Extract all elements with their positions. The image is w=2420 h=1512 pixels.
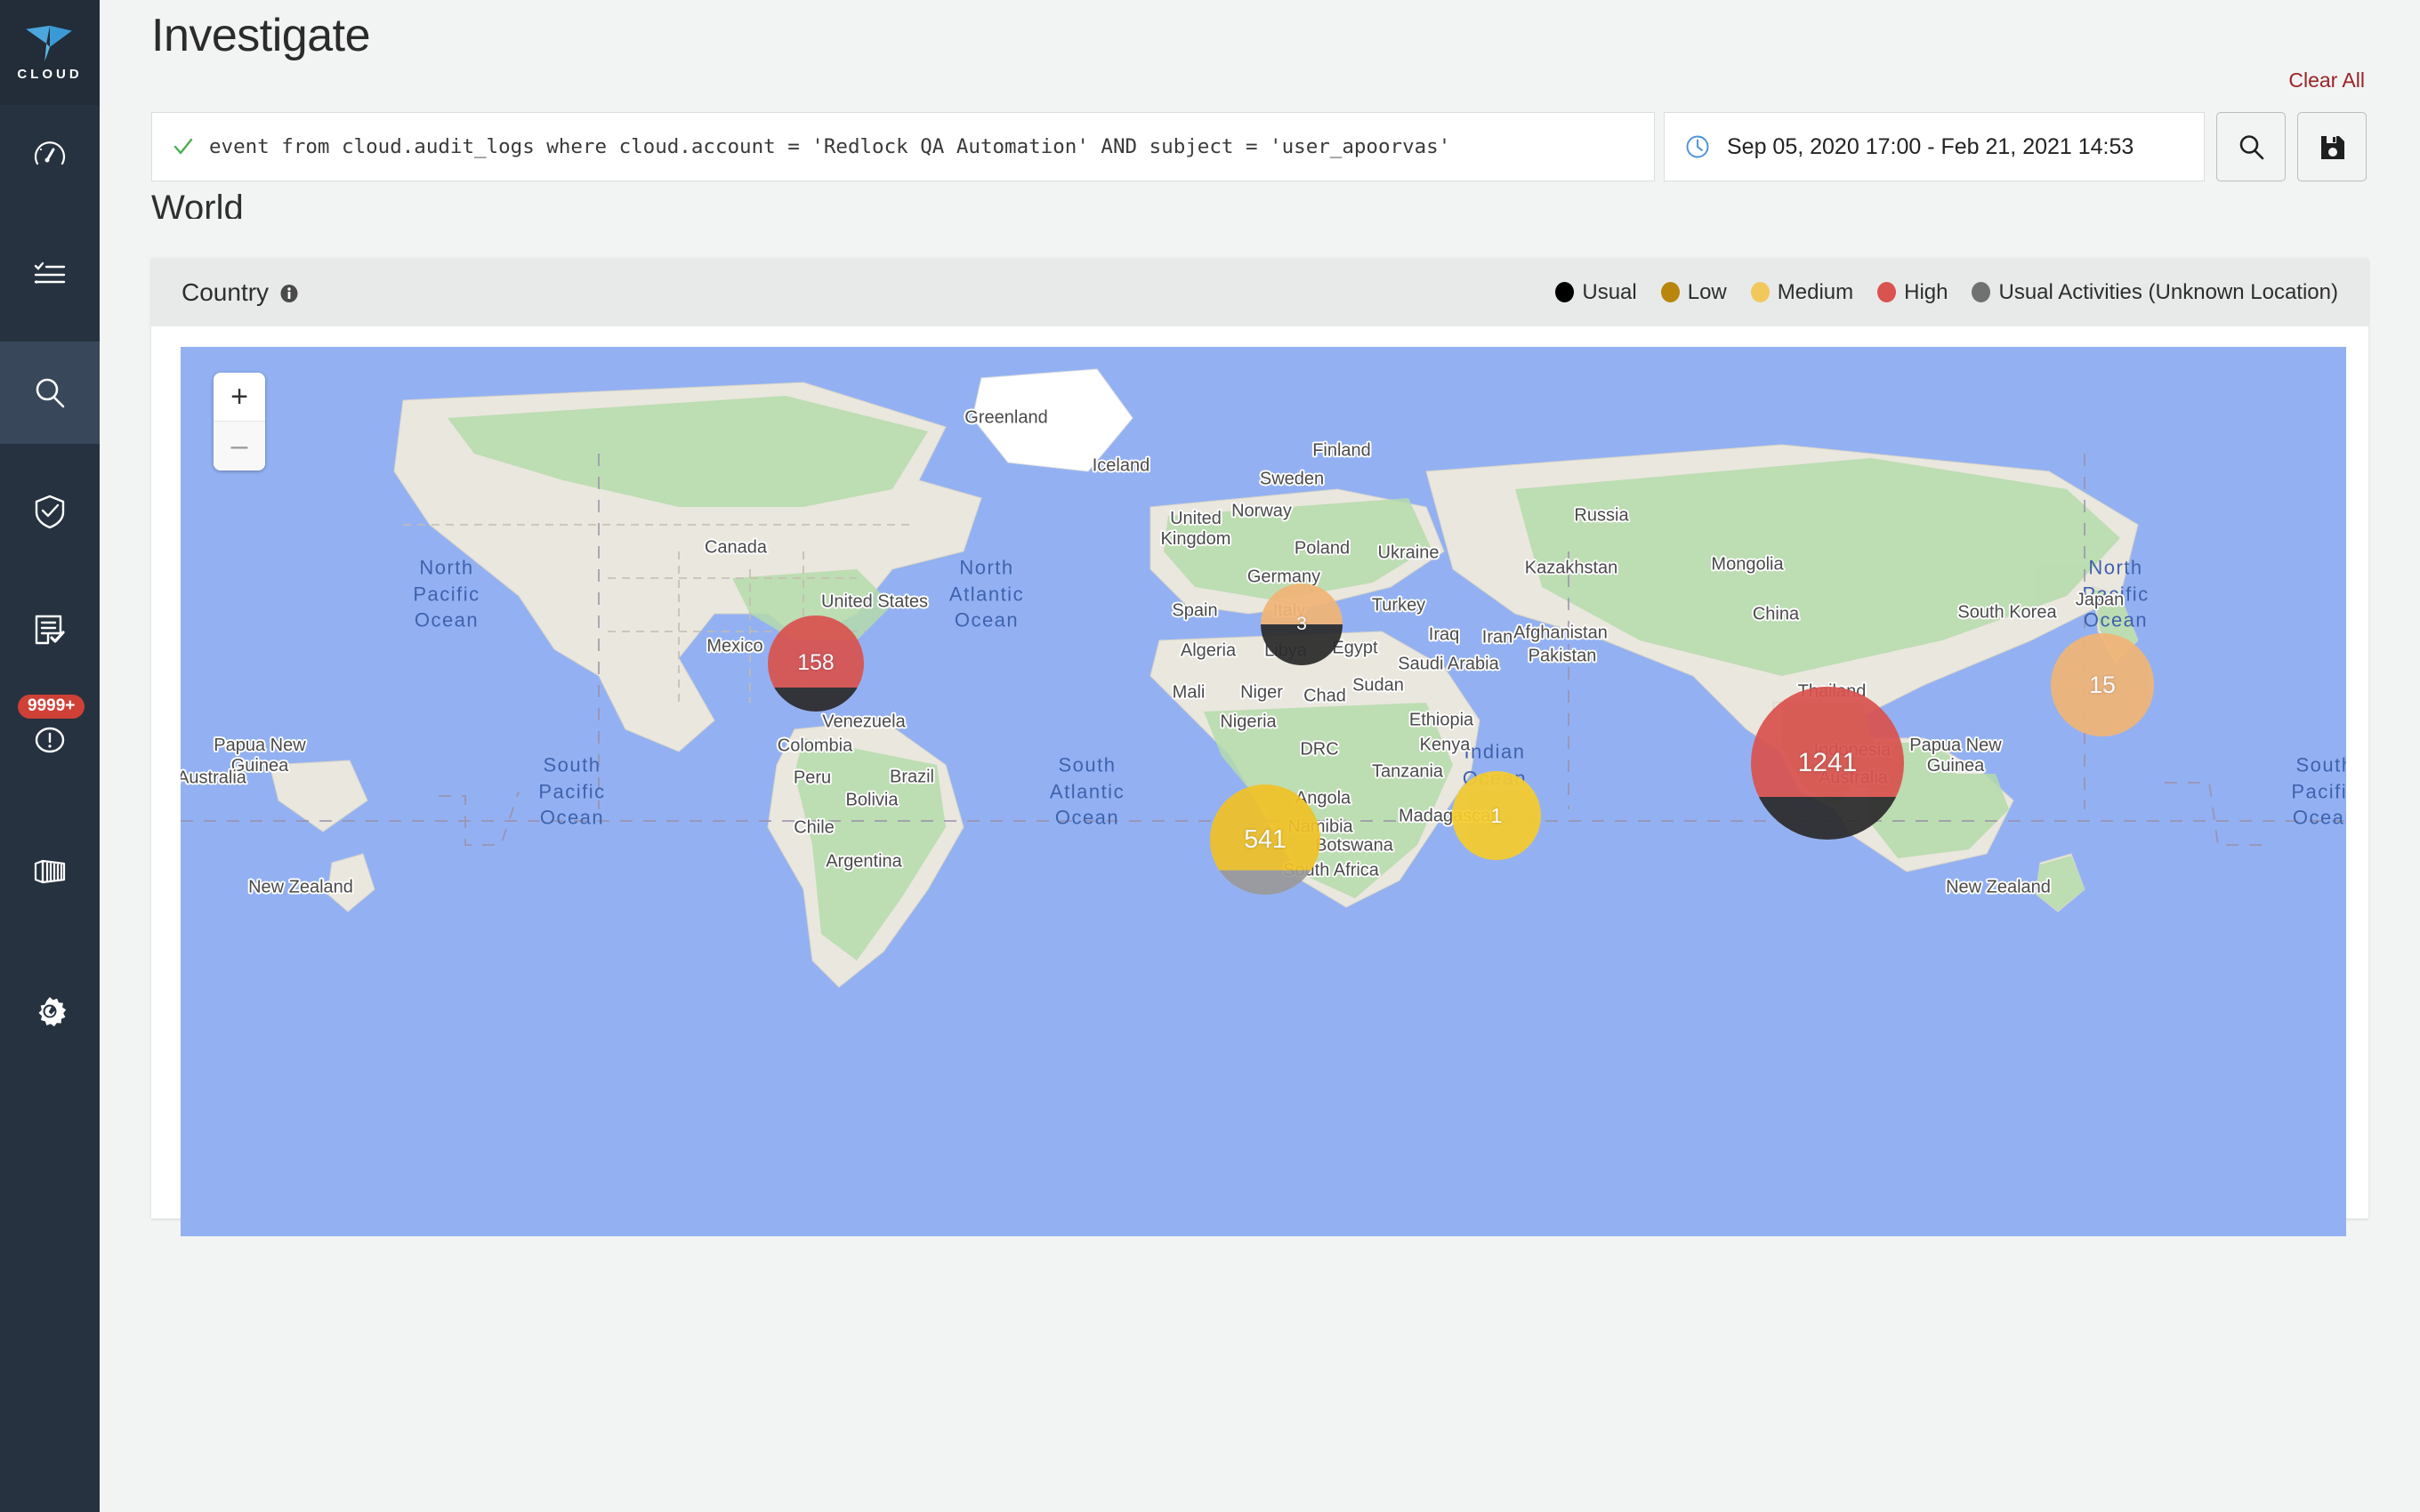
- marker-value: 15: [2089, 672, 2116, 699]
- marker-value: 1241: [1798, 748, 1858, 778]
- left-sidebar: CLOUD: [0, 0, 100, 1512]
- sidebar-item-policies[interactable]: [0, 578, 100, 680]
- section-title-world: World: [151, 189, 244, 219]
- sidebar-item-dashboard[interactable]: [0, 105, 100, 207]
- marker-value: 1: [1491, 804, 1503, 828]
- gauge-icon: [30, 137, 69, 176]
- sidebar-item-settings[interactable]: [0, 960, 100, 1062]
- country-map-card: Country Usual Low Medium High Usual Activiti…: [151, 258, 2368, 1218]
- legend-item: Medium: [1751, 280, 1853, 305]
- marker-value: 541: [1244, 825, 1287, 855]
- alerts-badge: 9999+: [18, 695, 85, 719]
- search-button[interactable]: [2216, 112, 2286, 181]
- zoom-in-button[interactable]: +: [214, 373, 265, 422]
- prisma-cloud-logo-icon: [24, 24, 76, 63]
- query-toolbar: event from cloud.audit_logs where cloud.…: [151, 112, 2368, 181]
- sidebar-item-alerts[interactable]: 9999+: [0, 680, 100, 783]
- document-check-icon: [30, 610, 69, 649]
- legend-label: Usual: [1582, 280, 1636, 305]
- legend-color-dot: [1555, 282, 1574, 302]
- date-range-value: Sep 05, 2020 17:00 - Feb 21, 2021 14:53: [1727, 134, 2134, 160]
- green-check-icon: [172, 135, 195, 158]
- sidebar-item-containers[interactable]: [0, 820, 100, 922]
- sidebar-item-compliance[interactable]: [0, 460, 100, 562]
- legend-label: Usual Activities (Unknown Location): [1998, 280, 2338, 305]
- clear-all-button[interactable]: Clear All: [2288, 68, 2365, 92]
- card-title: Country: [182, 278, 269, 307]
- legend-color-dot: [1661, 282, 1680, 302]
- map-zoom-control[interactable]: + –: [214, 373, 265, 470]
- legend-label: Medium: [1778, 280, 1853, 305]
- legend-color-dot: [1972, 282, 1990, 302]
- map-marker-japan[interactable]: 15: [2051, 633, 2154, 736]
- world-map[interactable]: + – NorthPacificOceanNorthAtlanticOceanS…: [181, 347, 2346, 1236]
- map-marker-france[interactable]: 3: [1261, 583, 1343, 665]
- clock-icon: [1684, 133, 1711, 160]
- main-content: Investigate Clear All event from cloud.a…: [100, 0, 2420, 1512]
- legend-item: Usual: [1555, 280, 1636, 305]
- marker-value: 158: [797, 651, 834, 676]
- map-legend: Usual Low Medium High Usual Activities (Unkn…: [1531, 280, 2338, 305]
- legend-item: Usual Activities (Unknown Location): [1972, 280, 2338, 305]
- map-marker-somalia[interactable]: 1: [1452, 771, 1541, 860]
- sidebar-item-inventory[interactable]: [0, 223, 100, 326]
- map-marker-india[interactable]: 1241: [1751, 687, 1904, 840]
- checklist-icon: [30, 255, 69, 294]
- legend-label: High: [1904, 280, 1948, 305]
- zoom-out-button[interactable]: –: [214, 422, 265, 470]
- query-text: event from cloud.audit_logs where cloud.…: [209, 135, 1450, 158]
- page-title: Investigate: [151, 9, 370, 62]
- marker-value: 3: [1296, 614, 1307, 635]
- legend-item: Low: [1661, 280, 1727, 305]
- shield-check-icon: [30, 492, 69, 531]
- legend-label: Low: [1688, 280, 1727, 305]
- alert-circle-icon: [30, 720, 69, 759]
- legend-color-dot: [1751, 282, 1770, 302]
- gear-wrench-icon: [30, 992, 69, 1031]
- date-range-picker[interactable]: Sep 05, 2020 17:00 - Feb 21, 2021 14:53: [1664, 112, 2205, 181]
- search-icon: [2237, 133, 2266, 162]
- card-header: Country Usual Low Medium High Usual Activiti…: [151, 258, 2368, 326]
- map-marker-unknown-location[interactable]: 541: [1210, 784, 1320, 895]
- save-floppy-icon: [2318, 133, 2347, 162]
- app-logo[interactable]: CLOUD: [0, 0, 100, 105]
- legend-item: High: [1877, 280, 1948, 305]
- info-icon[interactable]: [279, 284, 299, 303]
- map-marker-united-states[interactable]: 158: [768, 615, 864, 712]
- query-input[interactable]: event from cloud.audit_logs where cloud.…: [151, 112, 1655, 181]
- sidebar-item-investigate[interactable]: [0, 342, 100, 444]
- save-button[interactable]: [2297, 112, 2367, 181]
- magnifier-icon: [30, 374, 69, 413]
- logo-text: CLOUD: [17, 67, 82, 82]
- container-icon: [30, 852, 69, 891]
- legend-color-dot: [1877, 282, 1896, 302]
